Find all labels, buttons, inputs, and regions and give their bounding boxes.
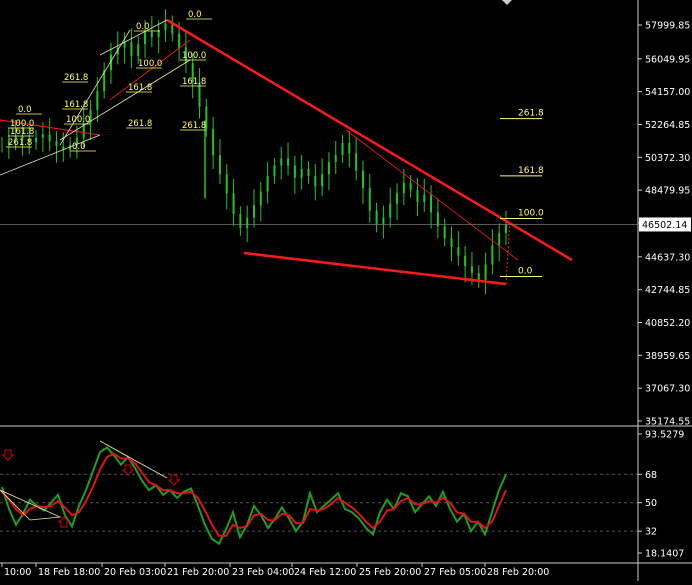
fib-small-label: 261.8: [64, 73, 88, 83]
price-tick-label: 44637.30: [645, 252, 690, 263]
fib-level-label: 100.0: [518, 208, 544, 218]
fib-small-label: 261.8: [128, 119, 152, 129]
price-tick-label: 40852.20: [645, 318, 690, 329]
fib-small-label: 261.8: [8, 138, 32, 148]
time-tick-label: 23 Feb 04:00: [232, 567, 294, 578]
rsi-tick-label: 50: [645, 498, 657, 509]
rsi-tick-label: 68: [645, 470, 657, 481]
time-tick-label: 25 Feb 20:00: [359, 567, 421, 578]
price-tick-label: 57999.85: [645, 21, 690, 32]
fib-small-label: 0.0: [18, 105, 32, 115]
fib-small-label: 100.0: [182, 51, 206, 61]
price-tick-label: 38959.65: [645, 351, 690, 362]
rsi-tick-label: 18.1407: [645, 549, 684, 560]
time-tick-label: 28 Feb 20:00: [487, 567, 549, 578]
price-tick-label: 37067.30: [645, 384, 690, 395]
price-tick-label: 52264.85: [645, 120, 690, 131]
chart-window[interactable]: 261.8 161.8 100.0 0.0 0.0 0.0 100.0 100.0 161.8 1…: [0, 0, 692, 581]
rsi-tick-label: 32: [645, 527, 657, 538]
fib-level-label: 161.8: [518, 166, 544, 176]
time-tick-label: 10:00: [4, 567, 31, 578]
fib-small-label: 261.8: [182, 121, 206, 131]
price-tick-label: 35174.55: [645, 417, 690, 428]
price-tick-label: 50372.30: [645, 153, 690, 164]
fib-small-label: 0.0: [188, 10, 202, 20]
time-tick-label: 24 Feb 12:00: [294, 567, 356, 578]
fib-small-label: 161.8: [182, 77, 206, 87]
fib-level-label: 0.0: [518, 267, 533, 277]
price-tick-label: 42744.85: [645, 285, 690, 296]
price-tick-label: 48479.95: [645, 186, 690, 197]
time-tick-label: 21 Feb 20:00: [167, 567, 229, 578]
time-tick-label: 27 Feb 05:00: [424, 567, 486, 578]
fib-small-label: 161.8: [64, 100, 88, 110]
fib-small-label: 100.0: [138, 59, 162, 69]
current-price-label: 46502.14: [642, 220, 687, 231]
fib-small-label: 161.8: [10, 127, 34, 137]
time-tick-label: 18 Feb 18:00: [38, 567, 100, 578]
fib-level-label: 261.8: [518, 109, 544, 119]
fib-small-label: 0.0: [136, 22, 150, 32]
fib-small-label: 0.0: [72, 142, 86, 152]
fib-small-label: 100.0: [66, 115, 90, 125]
chart-canvas[interactable]: 261.8161.8100.00.00.00.0100.0100.0161.81…: [0, 0, 692, 581]
price-tick-label: 56049.95: [645, 54, 690, 65]
price-tick-label: 54157.00: [645, 87, 690, 98]
rsi-tick-label: 93.5279: [645, 430, 684, 441]
time-tick-label: 20 Feb 03:00: [104, 567, 166, 578]
fib-small-label: 161.8: [128, 83, 152, 93]
